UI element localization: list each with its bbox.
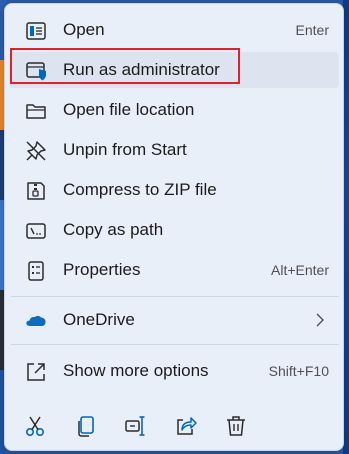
menu-item-shortcut: Shift+F10 — [268, 363, 329, 379]
folder-icon — [25, 100, 47, 122]
menu-item-compress-to-zip[interactable]: Compress to ZIP file — [9, 172, 339, 208]
highlight-box — [10, 48, 240, 84]
menu-item-open[interactable]: Open Enter — [9, 12, 339, 48]
menu-item-label: Open — [63, 20, 105, 39]
open-icon — [25, 20, 47, 42]
unpin-icon — [25, 140, 47, 162]
menu-item-label: Open file location — [63, 100, 195, 119]
delete-icon[interactable] — [224, 414, 248, 438]
menu-item-show-more-options[interactable]: Show more options Shift+F10 — [9, 353, 339, 389]
chevron-right-icon — [315, 312, 325, 328]
menu-separator — [11, 344, 339, 345]
menu-separator — [11, 296, 339, 297]
menu-item-shortcut: Enter — [295, 22, 329, 38]
menu-item-label: Compress to ZIP file — [63, 180, 217, 199]
menu-item-label: Show more options — [63, 361, 209, 380]
menu-item-label: Properties — [63, 260, 141, 279]
menu-item-label: Unpin from Start — [63, 140, 187, 159]
menu-item-onedrive[interactable]: OneDrive — [9, 302, 339, 338]
more-options-icon — [25, 361, 47, 383]
menu-item-open-file-location[interactable]: Open file location — [9, 92, 339, 128]
cut-icon[interactable] — [23, 414, 47, 438]
zip-icon — [25, 180, 47, 202]
copy-path-icon — [25, 220, 47, 242]
share-icon[interactable] — [174, 414, 198, 438]
quick-action-bar — [5, 406, 345, 446]
menu-item-label: OneDrive — [63, 310, 135, 329]
menu-item-properties[interactable]: Properties Alt+Enter — [9, 252, 339, 288]
properties-icon — [25, 260, 47, 282]
menu-item-copy-as-path[interactable]: Copy as path — [9, 212, 339, 248]
copy-icon[interactable] — [74, 414, 98, 438]
rename-icon[interactable] — [124, 414, 148, 438]
menu-item-unpin-from-start[interactable]: Unpin from Start — [9, 132, 339, 168]
onedrive-icon — [25, 310, 47, 332]
menu-item-label: Copy as path — [63, 220, 164, 239]
menu-item-shortcut: Alt+Enter — [271, 262, 329, 278]
